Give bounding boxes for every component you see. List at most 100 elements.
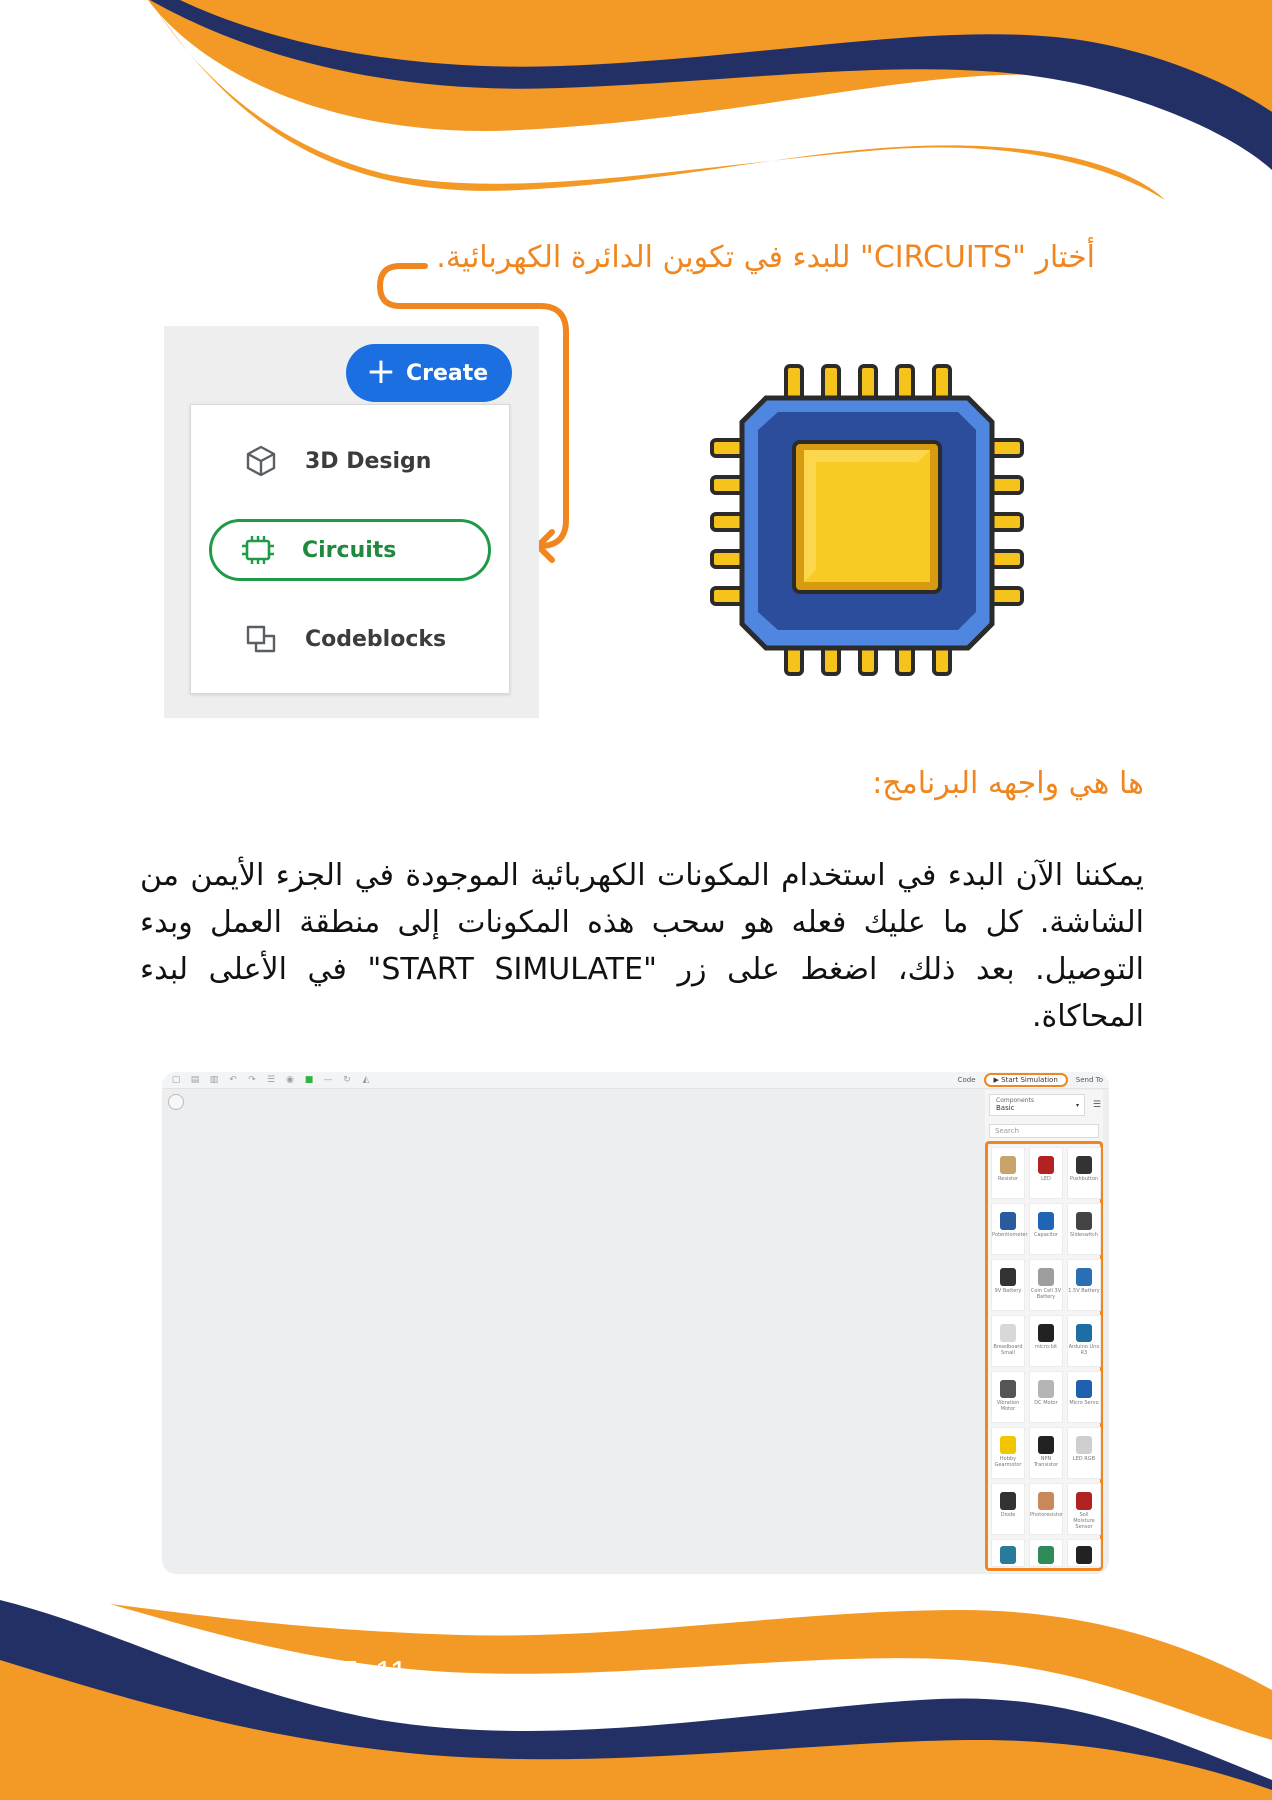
component-icon bbox=[1038, 1546, 1054, 1564]
start-simulation-button[interactable]: ▶ Start Simulation bbox=[983, 1073, 1068, 1087]
body-paragraph: يمكننا الآن البدء في استخدام المكونات ال… bbox=[140, 858, 1144, 1034]
component-label: Micro Servo bbox=[1069, 1400, 1099, 1406]
toolbar-right: Code ▶ Start Simulation Send To bbox=[958, 1072, 1103, 1088]
components-grid: Resistor LED Pushbutton Potentiometer Capaci… bbox=[985, 1141, 1103, 1571]
component-search-input[interactable]: Search bbox=[989, 1124, 1099, 1138]
component-icon bbox=[1038, 1268, 1054, 1286]
delete-icon[interactable]: ▥ bbox=[209, 1075, 219, 1085]
component-label: 1.5V Battery bbox=[1068, 1288, 1100, 1294]
component-tile[interactable]: Diode bbox=[991, 1483, 1025, 1535]
editor-toolbar: ▢ ▤ ▥ ↶ ↷ ☰ ◉ ■ — ↻ ◭ Code ▶ Start Simul… bbox=[162, 1072, 1109, 1089]
bottom-wave-decoration bbox=[0, 1590, 1272, 1800]
component-label: Hobby Gearmotor bbox=[994, 1456, 1022, 1468]
list-view-icon[interactable]: ☰ bbox=[1093, 1100, 1101, 1110]
component-tile[interactable]: Hobby Gearmotor bbox=[991, 1427, 1025, 1479]
component-label: Coin Cell 3V Battery bbox=[1030, 1288, 1062, 1300]
component-icon bbox=[1076, 1268, 1092, 1286]
component-tile[interactable]: Micro Servo bbox=[1067, 1371, 1101, 1423]
flip-icon[interactable]: ◭ bbox=[361, 1075, 371, 1085]
component-tile[interactable]: Potentiometer bbox=[991, 1203, 1028, 1255]
send-to-button[interactable]: Send To bbox=[1076, 1076, 1103, 1084]
chevron-down-icon: ▾ bbox=[1075, 1102, 1079, 1109]
create-button-label: Create bbox=[405, 360, 489, 386]
wire-style-icon[interactable]: — bbox=[323, 1075, 333, 1085]
create-button[interactable]: + Create bbox=[346, 344, 512, 402]
component-icon bbox=[1000, 1436, 1016, 1454]
color-swatch-icon[interactable]: ■ bbox=[304, 1075, 314, 1085]
component-tile[interactable]: Coin Cell 3V Battery bbox=[1029, 1259, 1063, 1311]
component-tile[interactable]: NPN Transistor bbox=[1029, 1427, 1063, 1479]
component-tile[interactable] bbox=[1067, 1539, 1101, 1567]
create-menu-card: 3D Design Circuits Codeblocks bbox=[190, 404, 510, 694]
component-icon bbox=[1038, 1324, 1054, 1342]
zoom-fit-icon[interactable] bbox=[168, 1094, 184, 1110]
component-tile[interactable]: LED bbox=[1029, 1147, 1063, 1199]
component-tile[interactable]: Capacitor bbox=[1029, 1203, 1063, 1255]
plus-icon: + bbox=[365, 350, 396, 392]
component-icon bbox=[1076, 1380, 1092, 1398]
component-tile[interactable]: 9V Battery bbox=[991, 1259, 1025, 1311]
component-tile[interactable]: 1.5V Battery bbox=[1067, 1259, 1101, 1311]
component-label: Photoresistor bbox=[1030, 1512, 1063, 1518]
component-label: Arduino Uno R3 bbox=[1068, 1344, 1100, 1356]
component-tile[interactable]: Pushbutton bbox=[1067, 1147, 1101, 1199]
menu-item-label: Circuits bbox=[302, 537, 397, 563]
component-tile[interactable]: LED RGB bbox=[1067, 1427, 1101, 1479]
components-panel: Components Basic ▾ ☰ Search Resistor LED P… bbox=[985, 1090, 1103, 1572]
component-icon bbox=[1076, 1212, 1092, 1230]
component-label: LED RGB bbox=[1072, 1456, 1096, 1462]
inspect-icon[interactable]: ◉ bbox=[285, 1075, 295, 1085]
component-tile[interactable]: Vibration Motor bbox=[991, 1371, 1025, 1423]
redo-icon[interactable]: ↷ bbox=[247, 1075, 257, 1085]
menu-item-3d-design[interactable]: 3D Design bbox=[191, 430, 509, 492]
components-dropdown[interactable]: Components Basic ▾ bbox=[989, 1094, 1085, 1116]
component-icon bbox=[1000, 1492, 1016, 1510]
component-label: Capacitor bbox=[1033, 1232, 1058, 1238]
menu-item-label: 3D Design bbox=[305, 448, 432, 474]
chip-illustration bbox=[710, 364, 1024, 676]
component-icon bbox=[1076, 1324, 1092, 1342]
copy-icon[interactable]: ▢ bbox=[171, 1075, 181, 1085]
component-tile[interactable]: Photoresistor bbox=[1029, 1483, 1063, 1535]
component-icon bbox=[1000, 1156, 1016, 1174]
codeblocks-icon bbox=[243, 621, 279, 657]
component-icon bbox=[1000, 1268, 1016, 1286]
component-tile[interactable] bbox=[991, 1539, 1025, 1567]
component-icon bbox=[1000, 1212, 1016, 1230]
component-tile[interactable]: DC Motor bbox=[1029, 1371, 1063, 1423]
notes-icon[interactable]: ☰ bbox=[266, 1075, 276, 1085]
component-label: Potentiometer bbox=[992, 1232, 1028, 1238]
component-tile[interactable]: Arduino Uno R3 bbox=[1067, 1315, 1101, 1367]
component-label: Diode bbox=[1000, 1512, 1016, 1518]
cube-icon bbox=[243, 443, 279, 479]
menu-item-codeblocks[interactable]: Codeblocks bbox=[191, 608, 509, 670]
editor-screenshot: ▢ ▤ ▥ ↶ ↷ ☰ ◉ ■ — ↻ ◭ Code ▶ Start Simul… bbox=[162, 1072, 1109, 1574]
dropdown-label: Components bbox=[996, 1097, 1034, 1104]
paste-icon[interactable]: ▤ bbox=[190, 1075, 200, 1085]
component-icon bbox=[1038, 1492, 1054, 1510]
component-icon bbox=[1076, 1156, 1092, 1174]
component-label: 9V Battery bbox=[994, 1288, 1022, 1294]
component-tile[interactable] bbox=[1029, 1539, 1063, 1567]
page-number: PAGE: 11 bbox=[274, 1654, 408, 1689]
component-icon bbox=[1038, 1380, 1054, 1398]
component-icon bbox=[1076, 1546, 1092, 1564]
component-icon bbox=[1038, 1212, 1054, 1230]
code-button[interactable]: Code bbox=[958, 1076, 976, 1084]
undo-icon[interactable]: ↶ bbox=[228, 1075, 238, 1085]
component-label: micro:bit bbox=[1034, 1344, 1058, 1350]
component-icon bbox=[1000, 1380, 1016, 1398]
dropdown-value: Basic bbox=[996, 1104, 1015, 1112]
component-tile[interactable]: micro:bit bbox=[1029, 1315, 1063, 1367]
component-label: DC Motor bbox=[1034, 1400, 1058, 1406]
create-menu-screenshot: + Create 3D Design Circuits Codeblocks bbox=[164, 326, 539, 718]
component-tile[interactable]: Slideswitch bbox=[1067, 1203, 1101, 1255]
component-tile[interactable]: Soil Moisture Sensor bbox=[1067, 1483, 1101, 1535]
component-tile[interactable]: Resistor bbox=[991, 1147, 1025, 1199]
component-label: LED bbox=[1041, 1176, 1051, 1182]
component-tile[interactable]: Breadboard Small bbox=[991, 1315, 1025, 1367]
menu-item-circuits[interactable]: Circuits bbox=[209, 519, 491, 581]
start-simulation-label: Start Simulation bbox=[1001, 1076, 1058, 1084]
component-icon bbox=[1038, 1436, 1054, 1454]
rotate-icon[interactable]: ↻ bbox=[342, 1075, 352, 1085]
